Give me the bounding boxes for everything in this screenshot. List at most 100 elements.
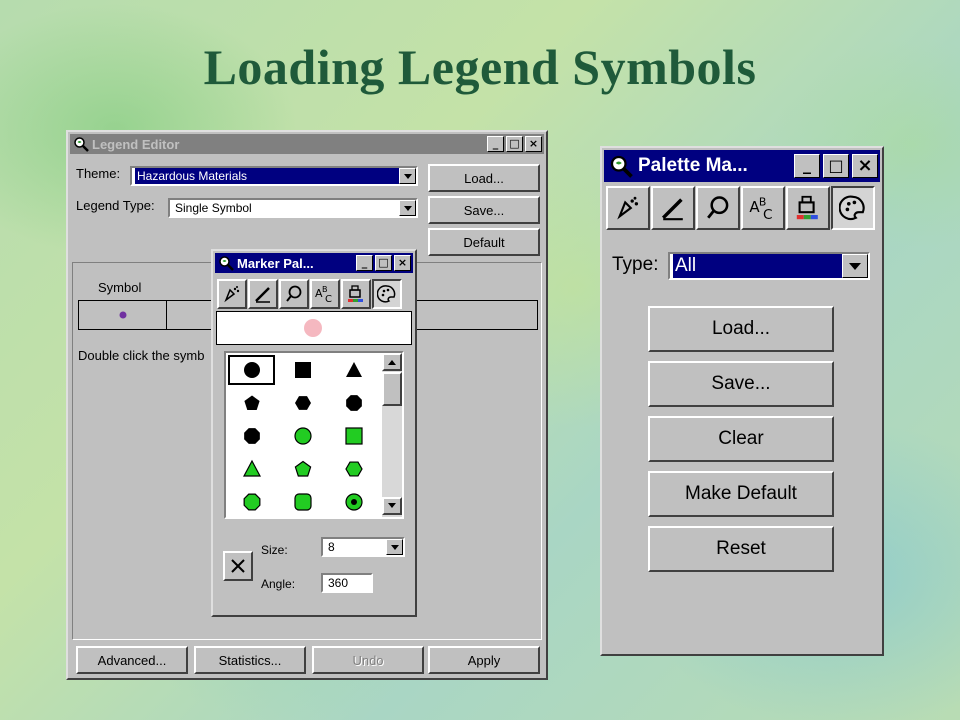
chevron-down-icon[interactable] xyxy=(842,254,868,278)
marker-button[interactable] xyxy=(279,279,309,309)
maximize-button[interactable]: □ xyxy=(823,154,849,178)
circle-icon xyxy=(243,362,260,378)
pencil-button[interactable] xyxy=(651,186,695,230)
palette-button[interactable] xyxy=(372,279,402,309)
octagon-icon xyxy=(243,493,260,511)
legend-type-label: Legend Type: xyxy=(76,198,155,213)
marker-symbol-target[interactable] xyxy=(330,487,377,517)
theme-select[interactable]: Hazardous Materials xyxy=(130,166,418,186)
apply-button[interactable]: Apply xyxy=(428,646,540,674)
text-button[interactable]: ABC xyxy=(310,279,340,309)
save-button[interactable]: Save... xyxy=(428,196,540,224)
reset-button[interactable]: Reset xyxy=(648,526,834,572)
pen-tool-button[interactable] xyxy=(217,279,247,309)
legend-symbol-dot xyxy=(119,311,126,319)
marker-icon xyxy=(707,196,729,219)
pencil-button[interactable] xyxy=(248,279,278,309)
undo-button[interactable]: Undo xyxy=(312,646,424,674)
pen-tool-button[interactable] xyxy=(606,186,650,230)
paint-bucket-icon xyxy=(348,285,363,302)
chevron-down-icon[interactable] xyxy=(399,168,416,184)
minimize-button[interactable]: _ xyxy=(794,154,820,178)
marker-symbol-square[interactable] xyxy=(279,355,326,385)
statistics-button[interactable]: Statistics... xyxy=(194,646,306,674)
text-button[interactable]: ABC xyxy=(741,186,785,230)
arrow-down-icon xyxy=(388,503,396,508)
legend-type-select[interactable]: Single Symbol xyxy=(168,198,418,218)
marker-symbol-pentagon[interactable] xyxy=(228,388,275,418)
pen-tool-icon xyxy=(224,286,240,303)
minimize-button[interactable]: _ xyxy=(356,255,373,271)
make-default-button[interactable]: Make Default xyxy=(648,471,834,517)
marker-symbol-hexagon[interactable] xyxy=(330,454,377,484)
text-abc-icon: A BC xyxy=(315,285,332,304)
close-button[interactable]: × xyxy=(394,255,411,271)
marker-symbol-hexagon[interactable] xyxy=(279,388,326,418)
marker-symbol-square[interactable] xyxy=(330,421,377,451)
no-symbol-button[interactable] xyxy=(223,551,253,581)
grid-scrollbar[interactable] xyxy=(382,353,402,517)
svg-text:B: B xyxy=(322,285,328,294)
marker-symbol-triangle[interactable] xyxy=(228,454,275,484)
marker-symbol-circle[interactable] xyxy=(279,421,326,451)
fill-button[interactable] xyxy=(786,186,830,230)
type-select[interactable]: All xyxy=(668,252,870,280)
text-abc-icon: A BC xyxy=(749,195,772,222)
circle-icon xyxy=(293,427,312,445)
symbol-cell[interactable] xyxy=(79,301,167,329)
triangle-icon xyxy=(345,362,362,377)
marker-symbol-octagon[interactable] xyxy=(330,388,377,418)
marker-symbol-pentagon[interactable] xyxy=(279,454,326,484)
fill-button[interactable] xyxy=(341,279,371,309)
palette-icon xyxy=(377,285,396,303)
marker-symbol-octagon[interactable] xyxy=(228,487,275,517)
default-button[interactable]: Default xyxy=(428,228,540,256)
marker-palette-title: Marker Pal... xyxy=(237,255,314,271)
maximize-button[interactable]: □ xyxy=(506,136,523,152)
type-value: All xyxy=(673,254,842,278)
svg-text:C: C xyxy=(325,294,332,304)
angle-value: 360 xyxy=(328,576,349,590)
theme-label: Theme: xyxy=(76,166,121,181)
palette-icon xyxy=(839,195,865,221)
angle-label: Angle: xyxy=(261,577,296,591)
angle-input[interactable]: 360 xyxy=(321,573,373,593)
marker-button[interactable] xyxy=(696,186,740,230)
marker-grid xyxy=(224,351,404,519)
scroll-thumb[interactable] xyxy=(382,372,402,406)
marker-palette-window: Marker Pal... _ □ × ABC Size: 8 Angle: 3… xyxy=(211,249,417,617)
marker-icon xyxy=(286,285,302,302)
chevron-down-icon[interactable] xyxy=(386,539,403,555)
theme-value: Hazardous Materials xyxy=(135,168,399,184)
close-button[interactable]: × xyxy=(525,136,542,152)
marker-symbol-circle[interactable] xyxy=(228,355,275,385)
hexagon-icon xyxy=(294,396,311,410)
marker-symbol-rounded-square[interactable] xyxy=(279,487,326,517)
marker-symbol-octagon[interactable] xyxy=(228,421,275,451)
load-button[interactable]: Load... xyxy=(428,164,540,192)
size-select[interactable]: 8 xyxy=(321,537,405,557)
magnifier-globe-icon xyxy=(74,137,89,152)
scroll-down-button[interactable] xyxy=(382,497,402,515)
save-button[interactable]: Save... xyxy=(648,361,834,407)
pen-tool-icon xyxy=(617,196,639,220)
scroll-up-button[interactable] xyxy=(382,353,402,371)
load-button[interactable]: Load... xyxy=(648,306,834,352)
palette-button[interactable] xyxy=(831,186,875,230)
clear-button[interactable]: Clear xyxy=(648,416,834,462)
palette-manager-titlebar[interactable]: Palette Ma... _ □ × xyxy=(604,150,880,182)
advanced-button[interactable]: Advanced... xyxy=(76,646,188,674)
maximize-button[interactable]: □ xyxy=(375,255,392,271)
octagon-icon xyxy=(345,395,362,411)
legend-editor-titlebar[interactable]: Legend Editor _ □ × xyxy=(70,134,544,154)
marker-palette-titlebar[interactable]: Marker Pal... _ □ × xyxy=(215,253,413,273)
symbol-column-header: Symbol xyxy=(98,280,142,295)
close-button[interactable]: × xyxy=(852,154,878,178)
pencil-icon xyxy=(255,287,270,303)
palette-manager-title: Palette Ma... xyxy=(638,155,748,176)
paint-bucket-icon xyxy=(796,195,818,220)
chevron-down-icon[interactable] xyxy=(399,200,416,216)
marker-symbol-triangle[interactable] xyxy=(330,355,377,385)
close-x-icon xyxy=(231,559,245,573)
minimize-button[interactable]: _ xyxy=(487,136,504,152)
